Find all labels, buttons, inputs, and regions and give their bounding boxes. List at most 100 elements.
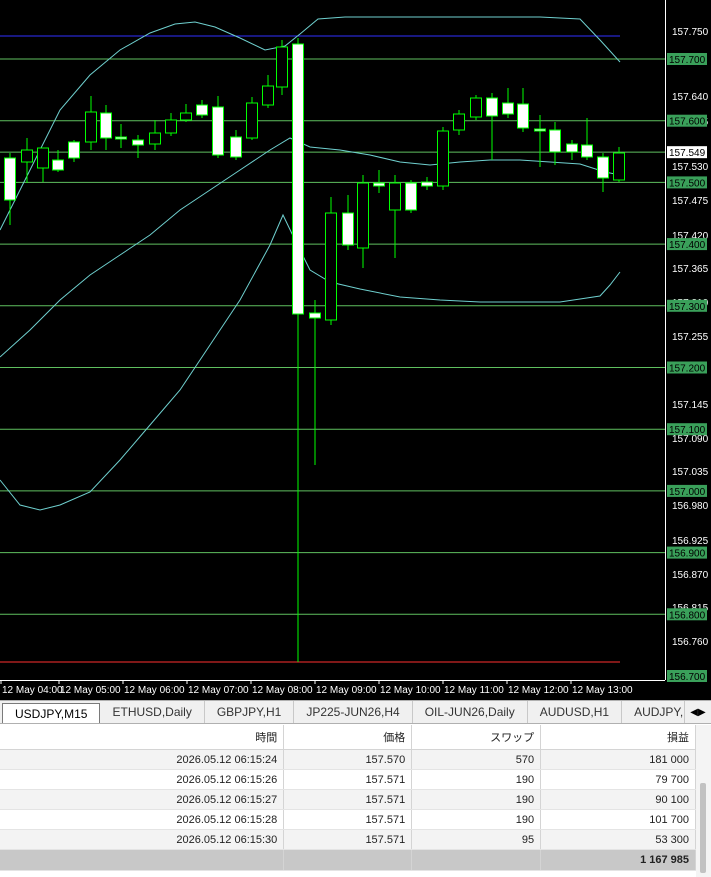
price-scale-label: 157.475 bbox=[672, 196, 709, 207]
candlestick-chart-canvas[interactable]: 157.750157.640157.585157.530157.475157.4… bbox=[0, 0, 711, 700]
price-scale-label: 156.980 bbox=[672, 501, 709, 512]
candle-body bbox=[405, 182, 417, 211]
cell-swap: 95 bbox=[411, 829, 542, 850]
price-scale-label: 156.925 bbox=[672, 536, 709, 547]
cell-price: 157.570 bbox=[283, 749, 413, 770]
column-header-profit[interactable]: 損益 bbox=[540, 725, 696, 750]
level-price-label: 157.000 bbox=[669, 487, 706, 498]
candle-body bbox=[196, 104, 208, 116]
price-scale-label: 157.530 bbox=[672, 162, 709, 173]
cell-profit: 79 700 bbox=[540, 769, 696, 790]
candle-body bbox=[165, 119, 177, 134]
table-row[interactable]: 2026.05.12 06:15:26 157.571 190 79 700 bbox=[0, 769, 696, 790]
total-cell-empty bbox=[283, 849, 413, 871]
candle-body bbox=[292, 43, 304, 315]
time-axis-label: 12 May 13:00 bbox=[572, 685, 633, 696]
table-row[interactable]: 2026.05.12 06:15:30 157.571 95 53 300 bbox=[0, 829, 696, 850]
price-scale-label: 156.870 bbox=[672, 570, 709, 581]
column-header-swap[interactable]: スワップ bbox=[411, 725, 542, 750]
price-scale-label: 157.365 bbox=[672, 264, 709, 275]
tab-audusd-h1[interactable]: AUDUSD,H1 bbox=[528, 701, 623, 723]
time-axis-label: 12 May 05:00 bbox=[60, 685, 121, 696]
time-axis-label: 12 May 12:00 bbox=[508, 685, 569, 696]
total-profit: 1 167 985 bbox=[540, 849, 696, 871]
candle-body bbox=[246, 102, 258, 139]
scrollbar-thumb[interactable] bbox=[700, 783, 706, 873]
candle-body bbox=[262, 85, 274, 106]
candle-body bbox=[4, 157, 16, 201]
level-price-label: 157.500 bbox=[669, 178, 706, 189]
candle-body bbox=[115, 136, 127, 140]
table-row[interactable]: 2026.05.12 06:15:27 157.571 190 90 100 bbox=[0, 789, 696, 810]
candle-body bbox=[517, 103, 529, 129]
candle-body bbox=[549, 129, 561, 153]
candle-body bbox=[180, 112, 192, 121]
candle-body bbox=[37, 147, 49, 169]
cell-time: 2026.05.12 06:15:27 bbox=[0, 789, 285, 810]
price-scale-label: 157.255 bbox=[672, 332, 709, 343]
grid-vertical-scrollbar[interactable] bbox=[696, 725, 711, 877]
candle-body bbox=[389, 182, 401, 211]
candle-body bbox=[502, 102, 514, 115]
total-cell-empty bbox=[0, 849, 285, 871]
cell-profit: 90 100 bbox=[540, 789, 696, 810]
tab-ethusd-daily[interactable]: ETHUSD,Daily bbox=[100, 701, 205, 723]
time-axis-label: 12 May 09:00 bbox=[316, 685, 377, 696]
price-chart[interactable]: 157.750157.640157.585157.530157.475157.4… bbox=[0, 0, 711, 700]
cell-profit: 53 300 bbox=[540, 829, 696, 850]
level-price-label: 157.200 bbox=[669, 364, 706, 375]
candle-body bbox=[100, 112, 112, 139]
cell-time: 2026.05.12 06:15:28 bbox=[0, 809, 285, 830]
tab-gbpjpy-h1[interactable]: GBPJPY,H1 bbox=[205, 701, 295, 723]
cell-profit: 181 000 bbox=[540, 749, 696, 770]
plot-area bbox=[0, 0, 665, 680]
tab-usdjpy-m15[interactable]: USDJPY,M15 bbox=[2, 703, 101, 723]
time-axis-label: 12 May 07:00 bbox=[188, 685, 249, 696]
candle-body bbox=[437, 130, 449, 187]
table-row[interactable]: 2026.05.12 06:15:24 157.570 570 181 000 bbox=[0, 749, 696, 770]
level-price-label: 157.700 bbox=[669, 55, 706, 66]
table-row[interactable]: 2026.05.12 06:15:28 157.571 190 101 700 bbox=[0, 809, 696, 830]
cell-price: 157.571 bbox=[283, 769, 413, 790]
candle-body bbox=[534, 128, 546, 132]
level-price-label: 157.600 bbox=[669, 117, 706, 128]
cell-time: 2026.05.12 06:15:24 bbox=[0, 749, 285, 770]
candle-body bbox=[486, 97, 498, 117]
column-header-time[interactable]: 時間 bbox=[0, 725, 285, 750]
time-axis-label: 12 May 08:00 bbox=[252, 685, 313, 696]
cell-price: 157.571 bbox=[283, 809, 413, 830]
total-row: 1 167 985 bbox=[0, 849, 696, 871]
cell-swap: 190 bbox=[411, 809, 542, 830]
cell-swap: 190 bbox=[411, 769, 542, 790]
candle-body bbox=[230, 136, 242, 158]
tab-oil-daily[interactable]: OIL-JUN26,Daily bbox=[413, 701, 528, 723]
time-axis-label: 12 May 11:00 bbox=[444, 685, 504, 696]
time-axis-label: 12 May 06:00 bbox=[124, 685, 185, 696]
candle-body bbox=[581, 144, 593, 158]
price-scale-label: 157.145 bbox=[672, 400, 709, 411]
level-price-label: 156.700 bbox=[669, 672, 706, 683]
tab-scroll-arrows-icon[interactable]: ◀▶ bbox=[684, 701, 711, 723]
level-price-label: 157.400 bbox=[669, 240, 706, 251]
column-header-price[interactable]: 価格 bbox=[283, 725, 413, 750]
candle-body bbox=[325, 212, 337, 321]
price-scale-label: 157.035 bbox=[672, 467, 709, 478]
candle-body bbox=[613, 152, 625, 181]
level-price-label: 156.900 bbox=[669, 549, 706, 560]
level-price-label: 157.300 bbox=[669, 302, 706, 313]
candle-body bbox=[453, 113, 465, 131]
cell-time: 2026.05.12 06:15:30 bbox=[0, 829, 285, 850]
candle-body bbox=[276, 46, 288, 88]
tab-jp225-h4[interactable]: JP225-JUN26,H4 bbox=[294, 701, 413, 723]
total-cell-empty bbox=[411, 849, 542, 871]
cell-profit: 101 700 bbox=[540, 809, 696, 830]
cell-price: 157.571 bbox=[283, 789, 413, 810]
candle-body bbox=[212, 106, 224, 156]
cell-swap: 190 bbox=[411, 789, 542, 810]
price-scale-label: 157.640 bbox=[672, 92, 709, 103]
price-scale-label: 157.750 bbox=[672, 27, 709, 38]
candle-body bbox=[470, 97, 482, 118]
level-price-label: 157.100 bbox=[669, 425, 706, 436]
candle-body bbox=[132, 139, 144, 146]
level-price-label: 156.800 bbox=[669, 610, 706, 621]
